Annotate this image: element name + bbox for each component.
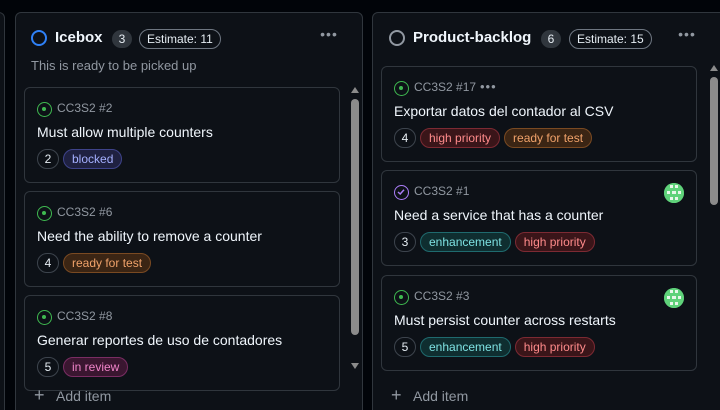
estimate-badge: 4 [394,128,416,148]
circle-status-icon [31,30,47,46]
column-product-backlog: Product-backlog 6 Estimate: 15 ••• CC3S2… [372,12,720,410]
estimate-badge: 3 [394,232,416,252]
issue-closed-icon [394,185,409,200]
issue-title[interactable]: Must persist counter across restarts [394,312,616,328]
plus-icon: + [391,385,402,405]
column-title: Product-backlog [413,29,532,46]
add-item-button[interactable]: + Add item [391,385,469,405]
issue-open-icon [37,206,52,221]
column-estimate: Estimate: 15 [569,29,652,49]
issue-title[interactable]: Generar reportes de uso de contadores [37,332,282,348]
issue-card[interactable]: CC3S2 #8 Generar reportes de uso de cont… [24,295,340,391]
column-icebox: Icebox 3 Estimate: 11 ••• This is ready … [15,12,363,410]
kebab-menu-icon[interactable]: ••• [677,27,697,43]
issue-meta: 5 in review [37,357,129,377]
column-header: Product-backlog 6 Estimate: 15 ••• [373,13,720,63]
add-item-label: Add item [56,388,112,404]
issue-card[interactable]: CC3S2 #17 ••• Exportar datos del contado… [381,66,697,162]
plus-icon: + [34,385,45,405]
issue-card[interactable]: CC3S2 #2 Must allow multiple counters 2 … [24,87,340,183]
column-count: 3 [112,30,132,48]
column-header: Icebox 3 Estimate: 11 ••• [16,13,362,63]
scroll-up-arrow[interactable] [351,87,359,93]
issue-open-icon [394,290,409,305]
label-ready-for-test[interactable]: ready for test [63,253,152,273]
issue-reference[interactable]: CC3S2 #1 [414,184,469,198]
issue-card[interactable]: CC3S2 #1 Need a service that has a count… [381,170,697,266]
issue-reference[interactable]: CC3S2 #8 [57,309,112,323]
label-high-priority[interactable]: high priority [514,232,595,252]
add-item-label: Add item [413,388,469,404]
issue-meta: 4 high priority ready for test [394,128,593,148]
issue-title[interactable]: Need the ability to remove a counter [37,228,262,244]
estimate-badge: 2 [37,149,59,169]
label-high-priority[interactable]: high priority [514,337,595,357]
circle-status-icon [389,30,405,46]
issue-meta: 3 enhancement high priority [394,232,595,252]
column-title: Icebox [55,29,103,46]
scrollbar[interactable] [707,61,720,381]
scroll-down-arrow[interactable] [351,363,359,369]
scroll-thumb[interactable] [710,77,718,205]
scrollbar[interactable] [348,83,362,373]
estimate-badge: 5 [37,357,59,377]
issue-meta: 2 blocked [37,149,123,169]
scroll-up-arrow[interactable] [710,65,718,71]
kebab-menu-icon[interactable]: ••• [319,27,339,43]
issue-title[interactable]: Must allow multiple counters [37,124,213,140]
label-high-priority[interactable]: high priority [420,128,501,148]
issue-open-icon [37,310,52,325]
issue-card[interactable]: CC3S2 #6 Need the ability to remove a co… [24,191,340,287]
issue-reference[interactable]: CC3S2 #2 [57,101,112,115]
issue-meta: 5 enhancement high priority [394,337,595,357]
label-enhancement[interactable]: enhancement [420,232,511,252]
issue-open-icon [37,102,52,117]
avatar-icon[interactable] [664,288,684,308]
avatar-icon[interactable] [664,183,684,203]
issue-reference[interactable]: CC3S2 #3 [414,289,469,303]
kebab-menu-icon[interactable]: ••• [480,79,497,94]
issue-reference[interactable]: CC3S2 #17 [414,80,476,94]
previous-column-edge [0,12,5,410]
issue-open-icon [394,81,409,96]
issue-reference[interactable]: CC3S2 #6 [57,205,112,219]
label-ready-for-test[interactable]: ready for test [504,128,593,148]
issue-title[interactable]: Need a service that has a counter [394,207,603,223]
scroll-thumb[interactable] [351,99,359,335]
estimate-badge: 5 [394,337,416,357]
estimate-badge: 4 [37,253,59,273]
column-count: 6 [541,30,561,48]
issue-title[interactable]: Exportar datos del contador al CSV [394,103,613,119]
add-item-button[interactable]: + Add item [34,385,112,405]
column-description: This is ready to be picked up [31,58,197,73]
column-estimate: Estimate: 11 [139,29,221,49]
label-in-review[interactable]: in review [63,357,129,377]
label-blocked[interactable]: blocked [63,149,123,169]
label-enhancement[interactable]: enhancement [420,337,511,357]
issue-meta: 4 ready for test [37,253,152,273]
issue-card[interactable]: CC3S2 #3 Must persist counter across res… [381,275,697,371]
